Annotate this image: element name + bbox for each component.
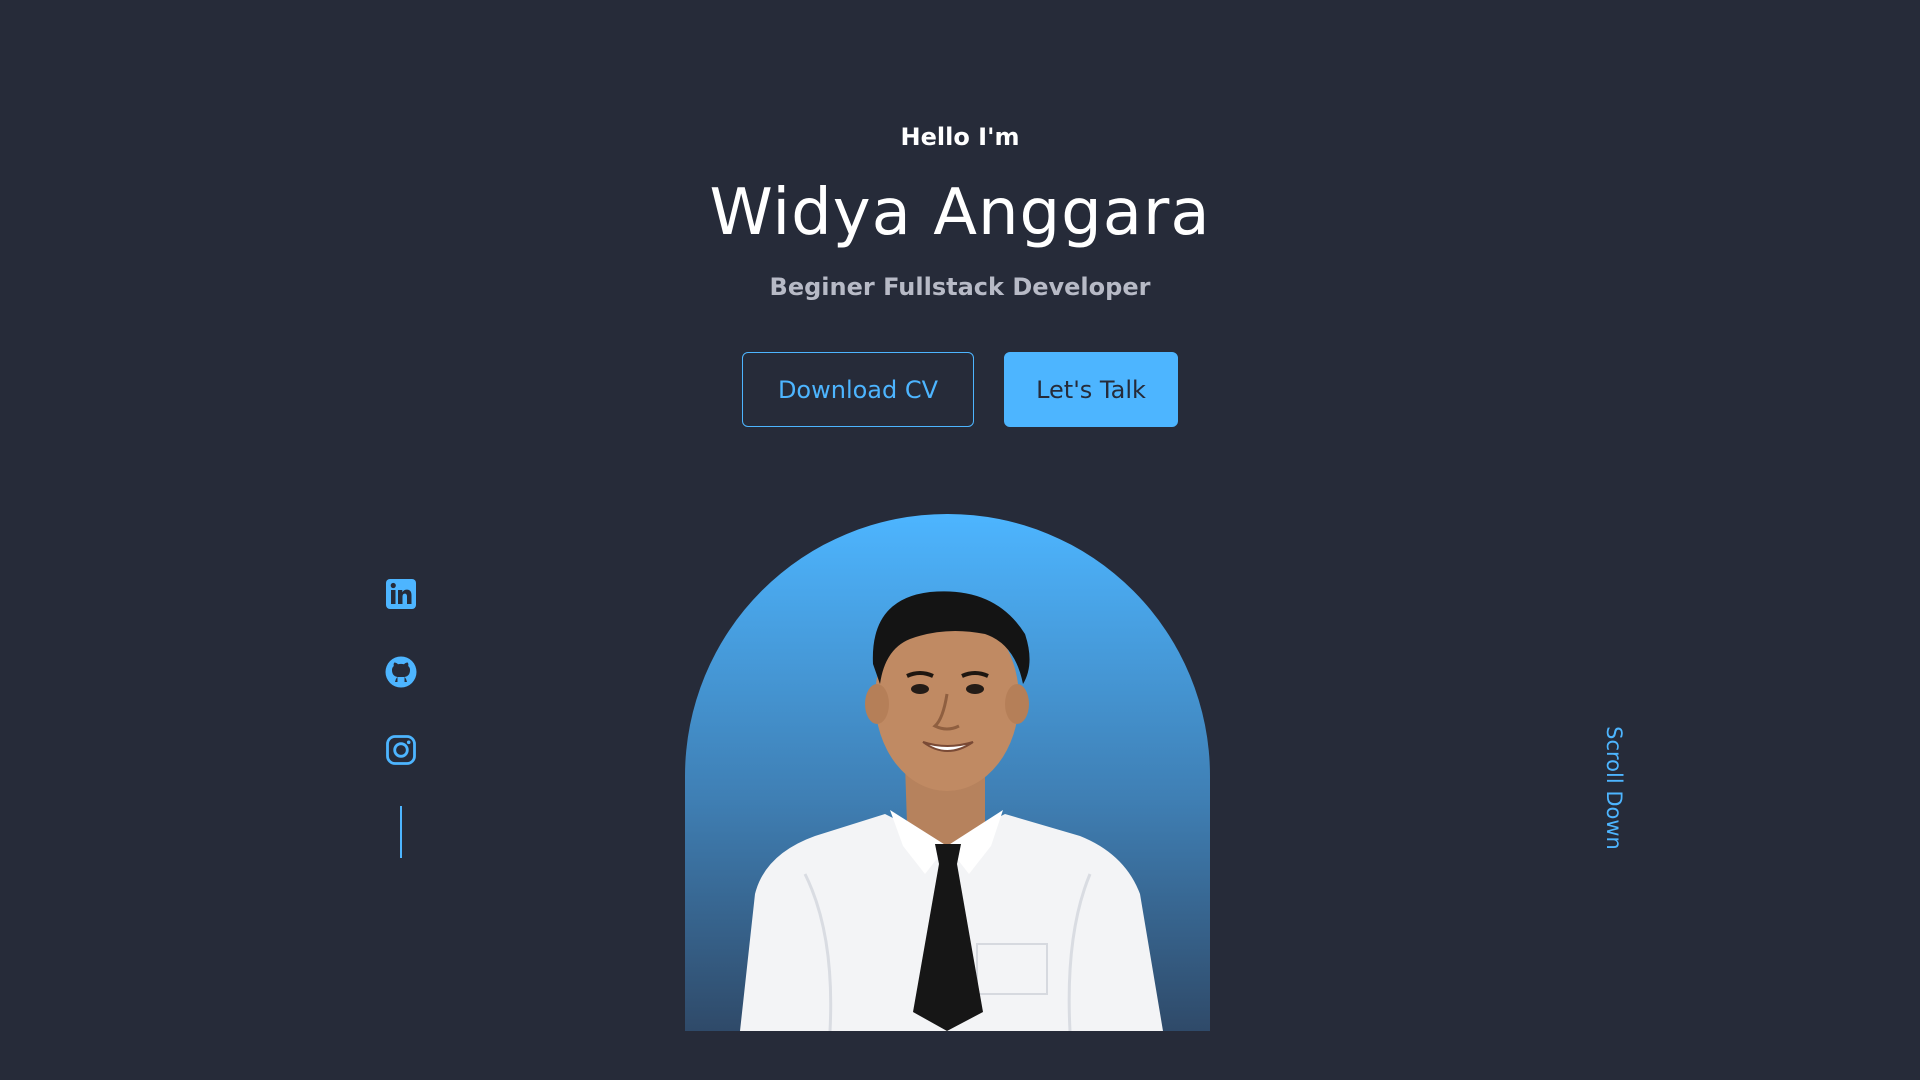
social-divider-line — [400, 806, 402, 858]
cta-buttons: Download CV Let's Talk — [742, 352, 1178, 427]
github-link[interactable] — [383, 656, 419, 692]
person-illustration — [740, 591, 1163, 1031]
linkedin-icon — [385, 578, 417, 614]
scroll-down-label: Scroll Down — [1602, 726, 1626, 850]
greeting-text: Hello I'm — [900, 123, 1020, 151]
role-subtitle: Beginer Fullstack Developer — [769, 273, 1151, 301]
github-icon — [384, 655, 418, 693]
social-links — [383, 578, 419, 858]
page-title: Widya Anggara — [709, 176, 1211, 250]
scroll-down-link[interactable]: Scroll Down — [1598, 722, 1630, 854]
instagram-link[interactable] — [383, 734, 419, 770]
download-cv-button[interactable]: Download CV — [742, 352, 974, 427]
profile-photo — [685, 514, 1210, 1031]
hero-section: Hello I'm Widya Anggara Beginer Fullstac… — [0, 0, 1920, 1080]
instagram-icon — [385, 734, 417, 770]
linkedin-link[interactable] — [383, 578, 419, 614]
lets-talk-button[interactable]: Let's Talk — [1004, 352, 1178, 427]
